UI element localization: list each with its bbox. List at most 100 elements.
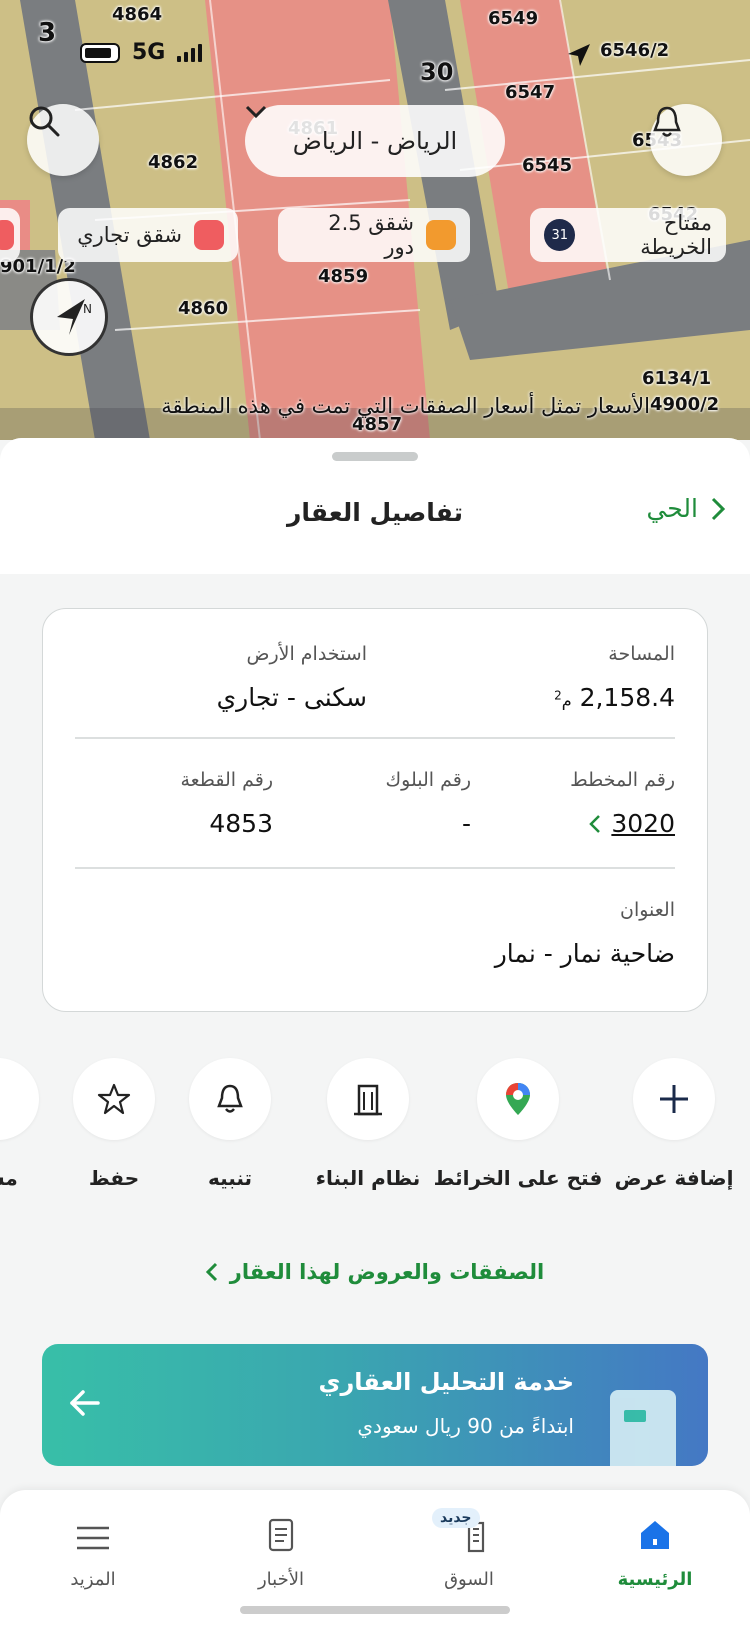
compass-icon: N	[57, 299, 92, 335]
land-use-value: سكنى - تجاري	[216, 683, 367, 712]
tab-home[interactable]: الرئيسية	[590, 1490, 720, 1590]
divider	[75, 867, 675, 869]
star-icon	[97, 1083, 131, 1115]
plot-number: 4900/2	[650, 394, 720, 415]
plot-value: 4853	[209, 809, 273, 838]
action-label: حفظ	[88, 1166, 140, 1190]
legend-swatch	[0, 220, 14, 250]
address-label: العنوان	[619, 899, 675, 921]
tab-news[interactable]: الأخبار	[216, 1490, 346, 1590]
news-icon	[268, 1518, 294, 1552]
chevron-left-icon	[589, 814, 601, 833]
plot-number: 4864	[112, 4, 163, 25]
city-label: الرياض - الرياض	[292, 127, 458, 155]
action-label: نظام البناء	[315, 1166, 421, 1190]
plot-number: 4862	[148, 152, 199, 173]
property-sheet: تفاصيل العقار الحي المساحة 2,158.4 م2 اس…	[0, 438, 750, 1628]
plus-icon	[660, 1085, 688, 1113]
plan-number-link[interactable]: 3020	[570, 809, 675, 838]
land-use-label: استخدام الأرض	[246, 643, 367, 665]
drag-handle[interactable]	[332, 452, 418, 461]
chevron-down-icon	[245, 105, 267, 119]
land-use-field: استخدام الأرض سكنى - تجاري	[217, 643, 367, 712]
building-code-button[interactable]: نظام البناء	[288, 1058, 448, 1190]
neighborhood-label: الحي	[646, 494, 698, 523]
tab-label: الرئيسية	[617, 1569, 693, 1590]
legend-item-apartments[interactable]: شقق 2.5 دور	[278, 208, 470, 262]
search-icon	[29, 106, 60, 137]
search-button[interactable]	[27, 104, 99, 176]
plot-number: 4860	[178, 298, 229, 319]
neighborhood-link[interactable]: الحي	[646, 494, 726, 523]
tab-label: المزيد	[70, 1569, 116, 1590]
legend-label: مفتاح الخريطة	[640, 211, 712, 259]
plot-number: 3	[38, 18, 57, 48]
plot-number: 6549	[488, 8, 539, 29]
location-arrow-icon	[568, 44, 590, 66]
plan-field: رقم المخطط 3020	[570, 769, 675, 838]
property-details-card: المساحة 2,158.4 م2 استخدام الأرض سكنى - …	[42, 608, 708, 1012]
map-legend-button[interactable]: مفتاح الخريطة 31	[530, 208, 726, 262]
banner-title: خدمة التحليل العقاري	[318, 1368, 574, 1396]
plot-number: 6134/1	[642, 368, 712, 389]
area-unit: م2	[554, 688, 572, 710]
new-badge: جديد	[432, 1508, 480, 1528]
legend-label: شقق تجاري	[77, 223, 182, 247]
city-selector[interactable]: الرياض - الرياض	[245, 105, 505, 177]
network-label: 5G	[132, 40, 166, 65]
chevron-right-icon	[711, 497, 726, 520]
map-price-note: الأسعار تمثل أسعار الصفقات التي تمت في ه…	[161, 394, 650, 418]
plot-field: رقم القطعة 4853	[180, 769, 273, 838]
add-offer-button[interactable]: إضافة عرض	[594, 1058, 750, 1190]
menu-icon	[77, 1526, 109, 1550]
deals-and-offers-link[interactable]: الصفقات والعروض لهذا العقار	[0, 1260, 750, 1284]
action-row: إضافة عرض فتح على الخرائط نظام البناء تن…	[0, 1058, 750, 1208]
plot-label: رقم القطعة	[180, 769, 273, 791]
legend-item-partial[interactable]	[0, 208, 20, 262]
compass-button[interactable]: N	[30, 278, 108, 356]
notifications-button[interactable]	[650, 104, 722, 176]
arrow-left-icon	[70, 1390, 100, 1416]
plot-number: 6545	[522, 155, 573, 176]
document-icon	[610, 1390, 676, 1466]
bell-icon	[653, 106, 681, 137]
action-label: فتح على الخرائط	[433, 1166, 603, 1190]
share-icon	[0, 1082, 15, 1116]
battery-icon	[80, 42, 120, 63]
legend-label: شقق 2.5 دور	[328, 211, 415, 259]
area-value: 2,158.4 م2	[554, 683, 675, 712]
chevron-left-icon	[205, 1262, 217, 1282]
bell-icon	[217, 1084, 243, 1113]
home-icon	[641, 1521, 669, 1549]
deals-link-label: الصفقات والعروض لهذا العقار	[229, 1260, 545, 1284]
map-view[interactable]: 4864 6549 6546/2 6547 4861 4862 6545 654…	[0, 0, 750, 440]
action-label: مشـ	[0, 1166, 18, 1190]
open-in-maps-button[interactable]: فتح على الخرائط	[434, 1058, 602, 1190]
address-value: ضاحية نمار - نمار	[494, 939, 675, 968]
page-title: تفاصيل العقار	[287, 498, 463, 527]
status-bar: 5G	[80, 40, 203, 65]
building-icon	[354, 1084, 382, 1116]
tab-label: السوق	[444, 1569, 494, 1590]
area-label: المساحة	[608, 643, 675, 665]
plot-number: 4859	[318, 266, 369, 287]
legend-swatch	[194, 220, 224, 250]
plot-number: 6547	[505, 82, 556, 103]
tab-label: الأخبار	[257, 1569, 304, 1590]
svg-text:N: N	[83, 302, 92, 316]
tab-more[interactable]: المزيد	[28, 1490, 158, 1590]
map-pin-icon	[506, 1083, 530, 1115]
share-button[interactable]: مشـ	[0, 1058, 78, 1190]
legend-count-badge: 31	[544, 219, 576, 251]
divider	[75, 737, 675, 739]
block-value: -	[461, 809, 471, 838]
analysis-service-banner[interactable]: خدمة التحليل العقاري ابتداءً من 90 ريال …	[42, 1344, 708, 1466]
legend-swatch	[426, 220, 456, 250]
area-field: المساحة 2,158.4 م2	[554, 643, 675, 712]
plot-number: 6546/2	[600, 40, 670, 61]
address-field: العنوان ضاحية نمار - نمار	[495, 899, 675, 968]
legend-item-commercial[interactable]: شقق تجاري	[58, 208, 238, 262]
block-field: رقم البلوك -	[385, 769, 471, 838]
tab-market[interactable]: جديد السوق	[404, 1490, 534, 1590]
block-label: رقم البلوك	[385, 769, 471, 791]
